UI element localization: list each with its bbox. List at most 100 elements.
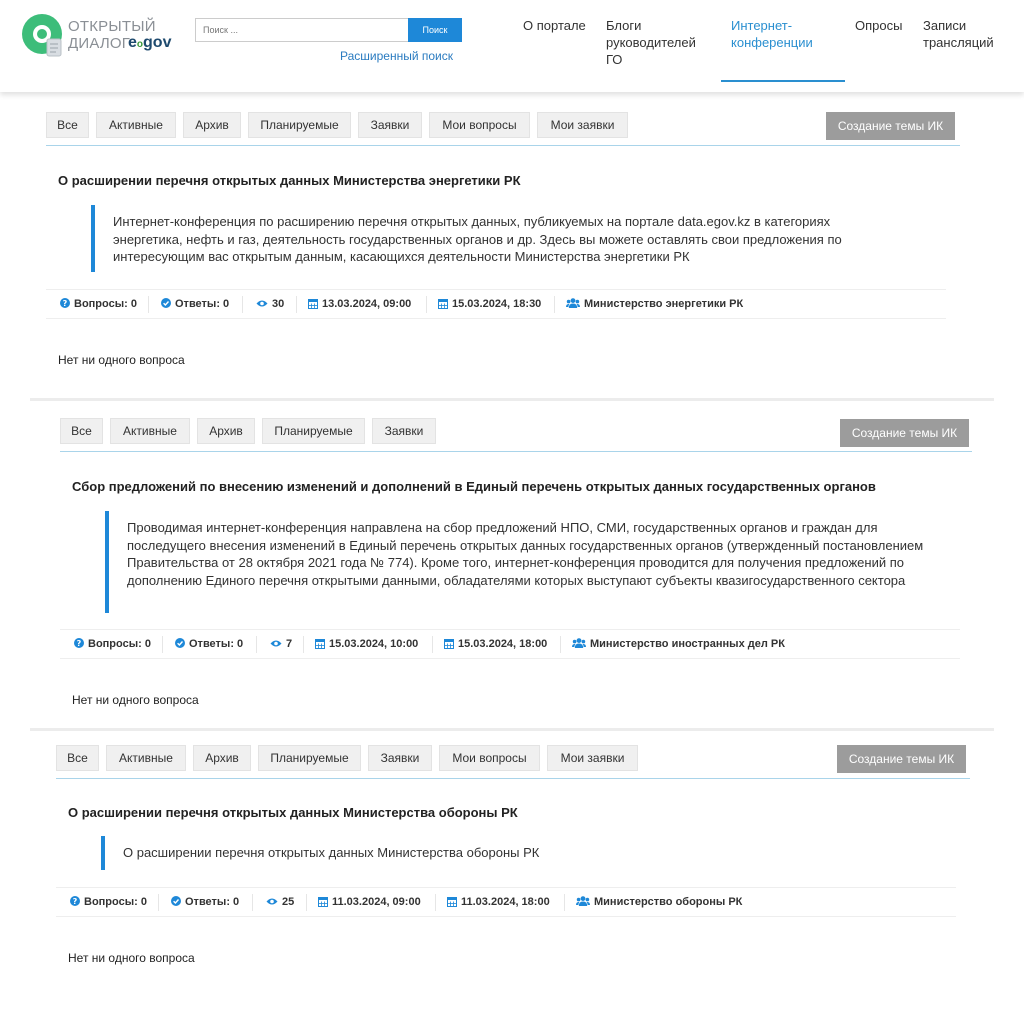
logo[interactable]: ОТКРЫТЫЙ ДИАЛОГ eogov [20, 12, 172, 60]
tab-my-questions[interactable]: Мои вопросы [439, 745, 540, 771]
topic-description-text: О расширении перечня открытых данных Мин… [123, 845, 540, 860]
start-date: 11.03.2024, 09:00 [318, 888, 421, 917]
meta-separator [435, 894, 436, 911]
logo-text-line2: ДИАЛОГ [68, 35, 131, 52]
advanced-search-link[interactable]: Расширенный поиск [340, 49, 453, 63]
calendar-icon [315, 638, 325, 649]
tab-my-questions[interactable]: Мои вопросы [429, 112, 530, 138]
nav-about[interactable]: О портале [523, 17, 593, 34]
svg-text:?: ? [73, 897, 78, 906]
meta-separator [148, 296, 149, 313]
topic-title[interactable]: О расширении перечня открытых данных Мин… [58, 173, 938, 188]
views-count: 30 [256, 290, 284, 319]
views-count: 25 [266, 888, 294, 917]
organization: Министерство иностранных дел РК [572, 630, 785, 659]
panel-divider [30, 728, 994, 731]
create-topic-button[interactable]: Создание темы ИК [837, 745, 966, 773]
tab-planned[interactable]: Планируемые [262, 418, 365, 444]
tab-active[interactable]: Активные [106, 745, 186, 771]
tabs-divider [60, 451, 972, 452]
meta-separator [564, 894, 565, 911]
eye-icon [266, 898, 278, 905]
topic-title[interactable]: О расширении перечня открытых данных Мин… [68, 805, 948, 820]
logo-mark-icon [22, 14, 62, 57]
topic-description: Интернет-конференция по расширению переч… [91, 205, 891, 272]
search-input[interactable] [195, 18, 409, 42]
tab-all[interactable]: Все [46, 112, 89, 138]
search-button[interactable]: Поиск [408, 18, 462, 42]
questions-count: ? Вопросы: 0 [60, 290, 137, 319]
tab-active[interactable]: Активные [110, 418, 190, 444]
tab-archive[interactable]: Архив [193, 745, 251, 771]
meta-separator [306, 894, 307, 911]
create-topic-button[interactable]: Создание темы ИК [840, 419, 969, 447]
start-date: 13.03.2024, 09:00 [308, 290, 411, 319]
question-circle-icon: ? [60, 298, 70, 309]
tabs-divider [46, 145, 960, 146]
organization: Министерство обороны РК [576, 888, 742, 917]
meta-separator [554, 296, 555, 313]
tab-archive[interactable]: Архив [197, 418, 255, 444]
meta-separator [252, 894, 253, 911]
meta-separator [162, 636, 163, 653]
answers-count: Ответы: 0 [161, 290, 229, 319]
tab-archive[interactable]: Архив [183, 112, 241, 138]
start-date: 15.03.2024, 10:00 [315, 630, 418, 659]
svg-text:?: ? [77, 639, 82, 648]
meta-separator [303, 636, 304, 653]
meta-separator [242, 296, 243, 313]
topic-description-text: Проводимая интернет-конференция направле… [127, 520, 924, 588]
tab-requests[interactable]: Заявки [368, 745, 432, 771]
tab-all[interactable]: Все [60, 418, 103, 444]
meta-separator [256, 636, 257, 653]
answers-count: Ответы: 0 [171, 888, 239, 917]
tab-planned[interactable]: Планируемые [258, 745, 361, 771]
nav-broadcast-records[interactable]: Записи трансляций [923, 17, 1003, 51]
empty-questions-message: Нет ни одного вопроса [68, 951, 195, 965]
tab-active[interactable]: Активные [96, 112, 176, 138]
create-topic-button[interactable]: Создание темы ИК [826, 112, 955, 140]
nav-active-indicator [721, 80, 845, 82]
calendar-icon [308, 298, 318, 309]
topic-meta: ? Вопросы: 0 Ответы: 0 25 11.03.2024, 09:… [56, 887, 956, 917]
tab-all[interactable]: Все [56, 745, 99, 771]
calendar-icon [318, 896, 328, 907]
questions-count: ? Вопросы: 0 [74, 630, 151, 659]
views-count: 7 [270, 630, 292, 659]
conference-panel-2: Все Активные Архив Планируемые Заявки Со… [44, 407, 980, 725]
nav-blogs[interactable]: Блоги руководителей ГО [606, 17, 706, 68]
users-icon [572, 638, 586, 649]
tab-requests[interactable]: Заявки [358, 112, 422, 138]
nav-internet-conferences[interactable]: Интернет-конференции [731, 17, 831, 51]
tab-planned[interactable]: Планируемые [248, 112, 351, 138]
users-icon [566, 298, 580, 309]
conference-panel-3: Все Активные Архив Планируемые Заявки Мо… [40, 734, 984, 1004]
tab-my-requests[interactable]: Мои заявки [547, 745, 638, 771]
filter-tabs: Все Активные Архив Планируемые Заявки Мо… [46, 112, 666, 138]
eye-icon [256, 300, 268, 307]
question-circle-icon: ? [74, 638, 84, 649]
topic-meta: ? Вопросы: 0 Ответы: 0 7 15.03.2024, 10:0… [60, 629, 960, 659]
check-circle-icon [161, 298, 171, 309]
nav-polls[interactable]: Опросы [855, 17, 915, 34]
topic-description-text: Интернет-конференция по расширению переч… [113, 214, 842, 264]
filter-tabs: Все Активные Архив Планируемые Заявки Мо… [56, 745, 676, 771]
logo-egov: eogov [128, 34, 172, 51]
topic-description: О расширении перечня открытых данных Мин… [101, 836, 901, 870]
calendar-icon [447, 896, 457, 907]
answers-count: Ответы: 0 [175, 630, 243, 659]
empty-questions-message: Нет ни одного вопроса [72, 693, 199, 707]
topic-title[interactable]: Сбор предложений по внесению изменений и… [72, 479, 962, 494]
panel-divider [30, 398, 994, 401]
tab-requests[interactable]: Заявки [372, 418, 436, 444]
svg-text:?: ? [63, 299, 68, 308]
meta-separator [432, 636, 433, 653]
site-header: ОТКРЫТЫЙ ДИАЛОГ eogov Поиск Расширенный … [0, 0, 1024, 92]
meta-separator [296, 296, 297, 313]
logo-text-line1: ОТКРЫТЫЙ [68, 18, 156, 35]
tab-my-requests[interactable]: Мои заявки [537, 112, 628, 138]
topic-meta: ? Вопросы: 0 Ответы: 0 30 13.03.2024, 09:… [46, 289, 946, 319]
meta-separator [158, 894, 159, 911]
end-date: 11.03.2024, 18:00 [447, 888, 550, 917]
users-icon [576, 896, 590, 907]
